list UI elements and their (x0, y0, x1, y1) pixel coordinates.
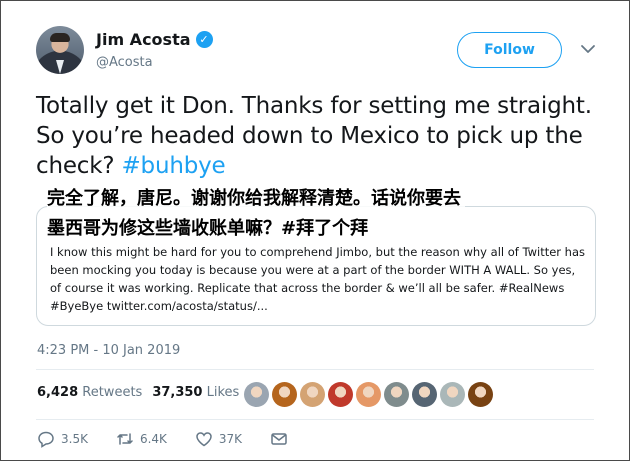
retweet-button[interactable]: 6.4K (116, 430, 167, 448)
reply-icon (38, 431, 54, 448)
liker-avatar[interactable] (244, 382, 269, 407)
author-name-text[interactable]: Jim Acosta (96, 30, 191, 49)
likes-stat[interactable]: 37,350 Likes (152, 385, 239, 400)
action-bar: 3.5K 6.4K 37K (37, 430, 316, 448)
engagement-stats: 6,428 Retweets 37,350 Likes (37, 385, 239, 400)
liker-avatars (244, 382, 493, 407)
retweets-count: 6,428 (37, 385, 79, 400)
author-avatar[interactable] (36, 26, 84, 74)
follow-button[interactable]: Follow (457, 32, 562, 68)
liker-avatar[interactable] (328, 382, 353, 407)
translation-line-1: 完全了解，唐尼。谢谢你给我解释清楚。话说你要去 (47, 184, 465, 214)
heart-icon (196, 432, 212, 447)
tweet-hashtag-link[interactable]: #buhbye (121, 153, 225, 179)
like-count: 37K (218, 432, 243, 446)
tweet-body: Totally get it Don. Thanks for setting m… (36, 93, 592, 179)
author-handle[interactable]: @Acosta (96, 55, 153, 70)
avatar-hair (50, 33, 70, 42)
retweet-count: 6.4K (139, 432, 167, 446)
likes-label: Likes (206, 385, 240, 400)
liker-avatar[interactable] (384, 382, 409, 407)
retweet-icon (117, 433, 133, 445)
envelope-icon (271, 433, 287, 445)
translation-overlay: 完全了解，唐尼。谢谢你给我解释清楚。话说你要去 墨西哥为修这些墙收账单嘛？#拜了… (47, 184, 567, 244)
like-button[interactable]: 37K (195, 430, 242, 448)
chevron-down-icon[interactable] (579, 40, 597, 58)
liker-avatar[interactable] (356, 382, 381, 407)
reply-button[interactable]: 3.5K (37, 430, 88, 448)
divider (36, 369, 594, 370)
quoted-tweet-text: I know this might be hard for you to com… (50, 245, 586, 313)
verified-badge-icon: ✓ (195, 31, 213, 48)
likes-count: 37,350 (152, 385, 203, 400)
divider (36, 419, 594, 420)
author-name[interactable]: Jim Acosta ✓ (96, 30, 213, 49)
direct-message-button[interactable] (270, 430, 288, 448)
liker-avatar[interactable] (468, 382, 493, 407)
liker-avatar[interactable] (440, 382, 465, 407)
retweets-stat[interactable]: 6,428 Retweets (37, 385, 142, 400)
liker-avatar[interactable] (412, 382, 437, 407)
tweet-text: Totally get it Don. Thanks for setting m… (36, 91, 606, 181)
translation-line-2: 墨西哥为修这些墙收账单嘛？#拜了个拜 (47, 214, 373, 244)
avatar-shirt (56, 60, 64, 74)
reply-count: 3.5K (61, 432, 88, 446)
liker-avatar[interactable] (272, 382, 297, 407)
tweet-timestamp[interactable]: 4:23 PM - 10 Jan 2019 (37, 343, 180, 358)
retweets-label: Retweets (82, 385, 143, 400)
liker-avatar[interactable] (300, 382, 325, 407)
